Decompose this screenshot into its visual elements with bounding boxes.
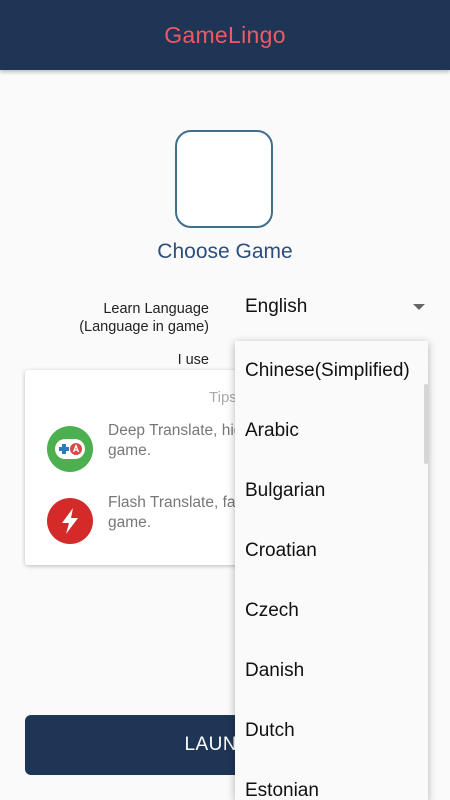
tips-title: Tips bbox=[209, 389, 237, 406]
dropdown-option[interactable]: Chinese(Simplified) bbox=[235, 341, 428, 401]
dropdown-option[interactable]: Bulgarian bbox=[235, 461, 428, 521]
dropdown-option[interactable]: Danish bbox=[235, 641, 428, 701]
dropdown-scrollbar[interactable] bbox=[424, 384, 428, 464]
dropdown-option[interactable]: Estonian bbox=[235, 761, 428, 800]
dropdown-caret-icon[interactable] bbox=[413, 304, 425, 310]
dropdown-option[interactable]: Croatian bbox=[235, 521, 428, 581]
learn-language-label-line2: (Language in game) bbox=[79, 319, 209, 335]
app-title: GameLingo bbox=[164, 21, 286, 48]
dropdown-option[interactable]: Czech bbox=[235, 581, 428, 641]
learn-language-label: Learn Language (Language in game) bbox=[79, 300, 209, 336]
dropdown-option[interactable]: Arabic bbox=[235, 401, 428, 461]
gamepad-translate-icon bbox=[47, 426, 93, 472]
learn-language-select[interactable]: English bbox=[245, 296, 307, 318]
lightning-icon bbox=[47, 498, 93, 544]
language-dropdown-list[interactable]: Chinese(Simplified) Arabic Bulgarian Cro… bbox=[235, 341, 428, 800]
app-bar: GameLingo bbox=[0, 0, 450, 70]
choose-game-button[interactable] bbox=[175, 130, 273, 228]
choose-game-label[interactable]: Choose Game bbox=[0, 240, 450, 264]
dropdown-option[interactable]: Dutch bbox=[235, 701, 428, 761]
learn-language-label-line1: Learn Language bbox=[103, 301, 209, 317]
use-language-label: I use bbox=[177, 352, 209, 368]
